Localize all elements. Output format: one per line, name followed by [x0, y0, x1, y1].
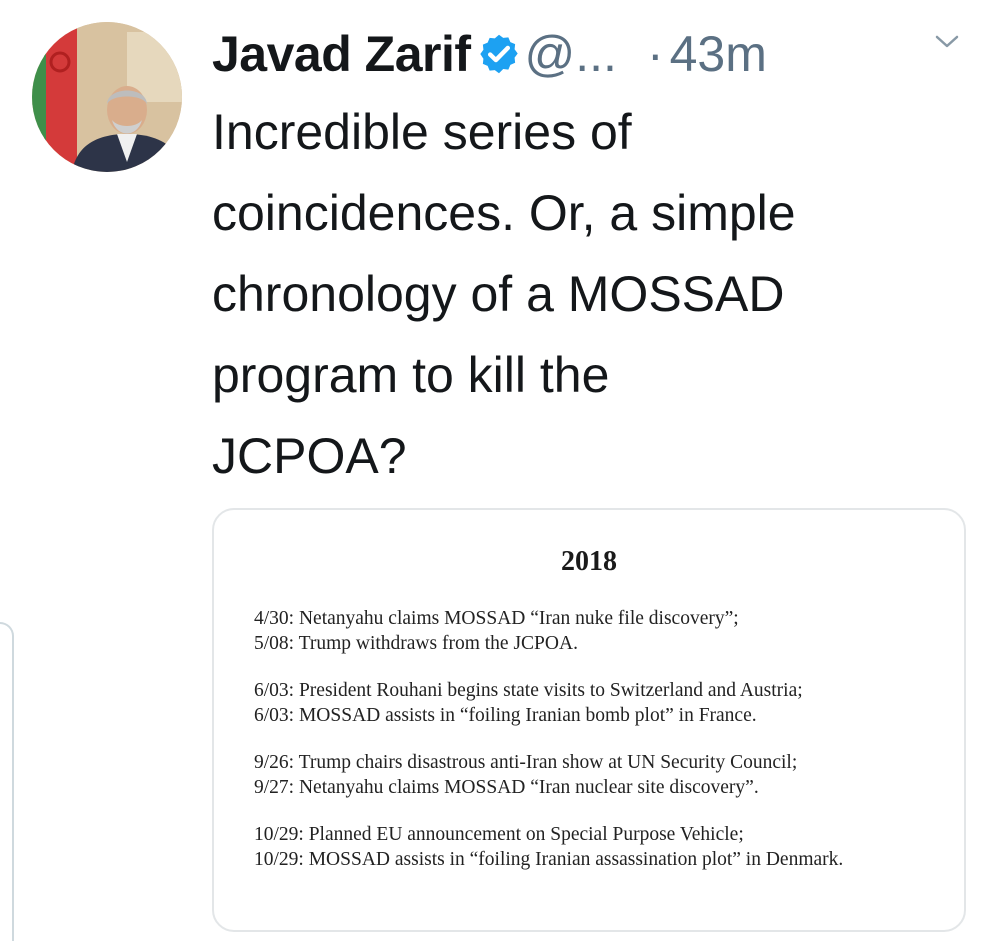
timeline-entry: 6/03: MOSSAD assists in “foiling Iranian… — [254, 705, 757, 726]
verified-badge-icon — [479, 34, 518, 74]
timeline-group: 4/30: Netanyahu claims MOSSAD “Iran nuke… — [254, 606, 954, 656]
avatar[interactable] — [32, 22, 182, 172]
timeline-entry: 9/27: Netanyahu claims MOSSAD “Iran nucl… — [254, 777, 759, 798]
tweet-header: Javad Zarif @... · 43m — [212, 14, 767, 94]
attached-image-card[interactable]: 2018 4/30: Netanyahu claims MOSSAD “Iran… — [212, 508, 966, 932]
author-name[interactable]: Javad Zarif — [212, 25, 471, 83]
timeline-group: 6/03: President Rouhani begins state vis… — [254, 678, 954, 728]
timeline-entry: 6/03: President Rouhani begins state vis… — [254, 680, 803, 701]
chevron-down-icon[interactable] — [932, 30, 962, 54]
timeline-entry: 10/29: Planned EU announcement on Specia… — [254, 824, 744, 845]
document-year-title: 2018 — [561, 546, 617, 577]
timeline-group: 10/29: Planned EU announcement on Specia… — [254, 822, 954, 872]
timeline-entry: 4/30: Netanyahu claims MOSSAD “Iran nuke… — [254, 608, 739, 629]
tweet-timestamp[interactable]: 43m — [670, 25, 767, 83]
tweet-text: Incredible series of coincidences. Or, a… — [212, 104, 796, 484]
adjacent-card-edge — [0, 622, 14, 941]
timeline-group: 9/26: Trump chairs disastrous anti-Iran … — [254, 750, 954, 800]
timeline-list: 4/30: Netanyahu claims MOSSAD “Iran nuke… — [254, 606, 954, 894]
header-separator: · — [646, 26, 664, 82]
timeline-entry: 5/08: Trump withdraws from the JCPOA. — [254, 633, 578, 654]
avatar-photo — [32, 22, 182, 172]
timeline-entry: 9/26: Trump chairs disastrous anti-Iran … — [254, 752, 798, 773]
author-handle[interactable]: @... — [525, 25, 617, 83]
timeline-entry: 10/29: MOSSAD assists in “foiling Irania… — [254, 849, 844, 870]
